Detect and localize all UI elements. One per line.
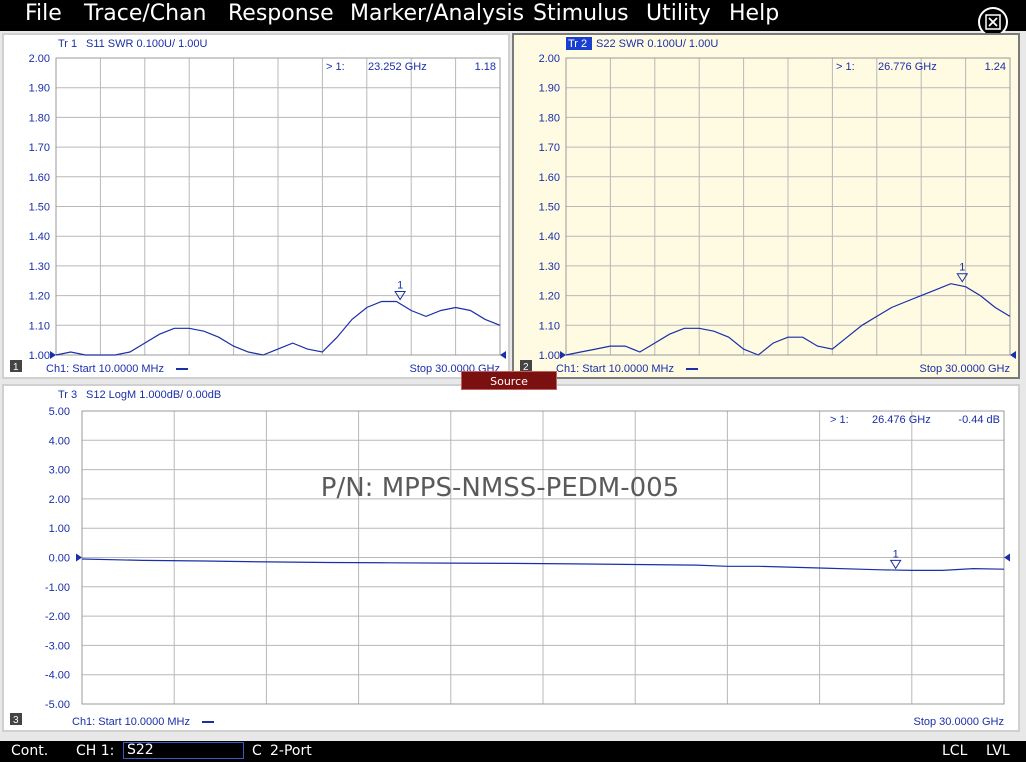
marker-readout-value: 1.24	[985, 61, 1006, 73]
y-tick-label: 3.00	[49, 465, 70, 477]
marker-1-label: 1	[959, 262, 965, 274]
y-tick-label: -4.00	[45, 670, 70, 682]
trace-window-1[interactable]: 2.00 1.90 1.80 1.70 1.60 1.50 1.40 1.30 1.20 1.10…	[2, 33, 510, 379]
menu-stimulus[interactable]: Stimulus	[533, 0, 629, 28]
marker-readout-frequency: 23.252 GHz	[368, 61, 427, 73]
y-tick-label: 1.70	[539, 142, 560, 154]
y-tick-label: 1.30	[539, 261, 560, 273]
y-tick-label: 5.00	[49, 406, 70, 418]
menu-response[interactable]: Response	[228, 0, 334, 28]
trace-label: Tr 1	[58, 38, 77, 50]
y-tick-label: 2.00	[539, 53, 560, 65]
window-number: 3	[13, 715, 19, 726]
trace-title: S11 SWR 0.100U/ 1.00U	[86, 38, 208, 50]
y-tick-label: 1.10	[539, 320, 560, 332]
lvl-indicator: LVL	[986, 743, 1010, 759]
y-tick-label: 1.20	[539, 291, 560, 303]
y-tick-label: -2.00	[45, 611, 70, 623]
trace-label: Tr 2	[568, 38, 587, 50]
y-tick-label: 1.00	[539, 350, 560, 362]
parameter-input[interactable]: S22	[123, 742, 244, 759]
port-mode[interactable]: 2-Port	[270, 743, 312, 759]
y-tick-label: 1.40	[29, 231, 50, 243]
start-frequency-label: Ch1: Start 10.0000 MHz	[556, 363, 674, 375]
marker-readout-id: > 1:	[830, 414, 849, 426]
y-tick-label: -3.00	[45, 640, 70, 652]
y-tick-label: 1.30	[29, 261, 50, 273]
marker-readout-id: > 1:	[836, 61, 855, 73]
menu-marker-analysis[interactable]: Marker/Analysis	[350, 0, 524, 28]
part-number-annotation: P/N: MPPS-NMSS-PEDM-005	[321, 473, 679, 503]
chart-s12-logm: 5.00 4.00 3.00 2.00 1.00 0.00 -1.00 -2.00 -3.00 -…	[4, 386, 1018, 730]
y-tick-label: -5.00	[45, 699, 70, 711]
start-frequency-label: Ch1: Start 10.0000 MHz	[72, 716, 190, 728]
y-tick-label: 1.80	[29, 112, 50, 124]
chart-s11-swr: 2.00 1.90 1.80 1.70 1.60 1.50 1.40 1.30 1.20 1.10…	[4, 35, 508, 377]
start-frequency-label: Ch1: Start 10.0000 MHz	[46, 363, 164, 375]
y-tick-label: 1.80	[539, 112, 560, 124]
y-tick-label: 1.70	[29, 142, 50, 154]
marker-1-label: 1	[893, 548, 899, 560]
c-label: C	[252, 743, 262, 759]
y-tick-label: 1.60	[29, 172, 50, 184]
lcl-indicator: LCL	[942, 743, 968, 759]
trace-window-3[interactable]: 5.00 4.00 3.00 2.00 1.00 0.00 -1.00 -2.00 -3.00 -…	[2, 384, 1020, 732]
y-tick-label: 2.00	[29, 53, 50, 65]
close-window-icon	[985, 14, 1001, 30]
y-tick-label: 1.20	[29, 291, 50, 303]
y-tick-label: 2.00	[49, 494, 70, 506]
y-tick-label: 1.90	[539, 83, 560, 95]
y-tick-label: 1.50	[29, 202, 50, 214]
menu-bar: File Trace/Chan Response Marker/Analysis…	[0, 0, 1026, 37]
source-unleveled-message: Source unleveled.	[461, 371, 557, 407]
stop-frequency-label: Stop 30.0000 GHz	[913, 716, 1004, 728]
status-bar: Cont. CH 1: S22 C 2-Port LCL LVL	[0, 741, 1026, 762]
marker-readout-value: -0.44 dB	[958, 414, 1000, 426]
window-number: 1	[13, 362, 19, 373]
menu-trace-chan[interactable]: Trace/Chan	[84, 0, 207, 28]
stop-frequency-label: Stop 30.0000 GHz	[919, 363, 1010, 375]
y-tick-label: 1.00	[49, 523, 70, 535]
menu-utility[interactable]: Utility	[646, 0, 711, 28]
marker-1-label: 1	[397, 280, 403, 292]
y-tick-label: 1.60	[539, 172, 560, 184]
y-tick-label: 1.40	[539, 231, 560, 243]
marker-readout-value: 1.18	[475, 61, 496, 73]
sweep-mode[interactable]: Cont.	[11, 743, 48, 759]
y-tick-label: 0.00	[49, 553, 70, 565]
marker-readout-frequency: 26.476 GHz	[872, 414, 931, 426]
trace-title: S12 LogM 1.000dB/ 0.00dB	[86, 389, 221, 401]
y-tick-label: 4.00	[49, 435, 70, 447]
marker-readout-frequency: 26.776 GHz	[878, 61, 937, 73]
chart-s22-swr: 2.00 1.90 1.80 1.70 1.60 1.50 1.40 1.30 1.20 1.10…	[514, 35, 1018, 377]
y-tick-label: 1.90	[29, 83, 50, 95]
marker-readout-id: > 1:	[326, 61, 345, 73]
y-tick-label: 1.00	[29, 350, 50, 362]
menu-help[interactable]: Help	[729, 0, 779, 28]
y-tick-label: -1.00	[45, 582, 70, 594]
channel-label: CH 1:	[76, 743, 115, 759]
menu-file[interactable]: File	[25, 0, 62, 28]
y-tick-label: 1.10	[29, 320, 50, 332]
y-tick-label: 1.50	[539, 202, 560, 214]
trace-title: S22 SWR 0.100U/ 1.00U	[596, 38, 718, 50]
trace-label: Tr 3	[58, 389, 77, 401]
trace-window-2[interactable]: 2.00 1.90 1.80 1.70 1.60 1.50 1.40 1.30 1.20 1.10…	[512, 33, 1020, 379]
